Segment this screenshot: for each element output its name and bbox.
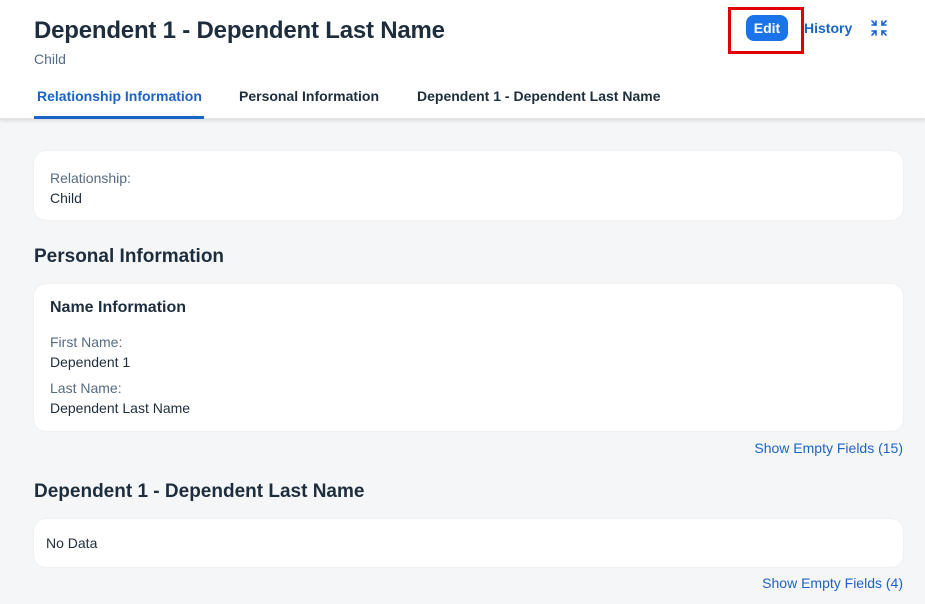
relationship-card: Relationship: Child: [34, 151, 903, 220]
edit-button[interactable]: Edit: [746, 15, 788, 41]
last-name-label: Last Name:: [50, 380, 122, 396]
show-empty-fields-dependent-link[interactable]: Show Empty Fields (4): [762, 575, 903, 591]
first-name-label: First Name:: [50, 334, 123, 350]
dependent-card: No Data: [34, 519, 903, 567]
dependent-section-title: Dependent 1 - Dependent Last Name: [34, 481, 365, 502]
history-link[interactable]: History: [804, 20, 852, 36]
name-information-title: Name Information: [50, 299, 187, 316]
collapse-header-icon[interactable]: [869, 18, 889, 38]
relationship-value: Child: [50, 190, 82, 206]
tab-bar: Relationship Information Personal Inform…: [0, 78, 925, 119]
tab-personal-information[interactable]: Personal Information: [239, 88, 379, 104]
no-data-text: No Data: [46, 535, 98, 551]
page-subtitle: Child: [34, 51, 66, 67]
personal-information-section-title: Personal Information: [34, 246, 225, 267]
name-information-card: Name Information First Name: Dependent 1…: [34, 284, 903, 431]
last-name-value: Dependent Last Name: [50, 400, 191, 416]
tab-relationship-information[interactable]: Relationship Information: [37, 88, 202, 104]
object-page-header: Dependent 1 - Dependent Last Name Child …: [0, 0, 925, 119]
show-empty-fields-personal-link[interactable]: Show Empty Fields (15): [754, 440, 903, 456]
first-name-value: Dependent 1: [50, 354, 131, 370]
page-title: Dependent 1 - Dependent Last Name: [34, 17, 445, 44]
tab-dependent[interactable]: Dependent 1 - Dependent Last Name: [417, 88, 661, 104]
active-tab-indicator: [34, 116, 204, 119]
relationship-label: Relationship:: [50, 170, 131, 186]
